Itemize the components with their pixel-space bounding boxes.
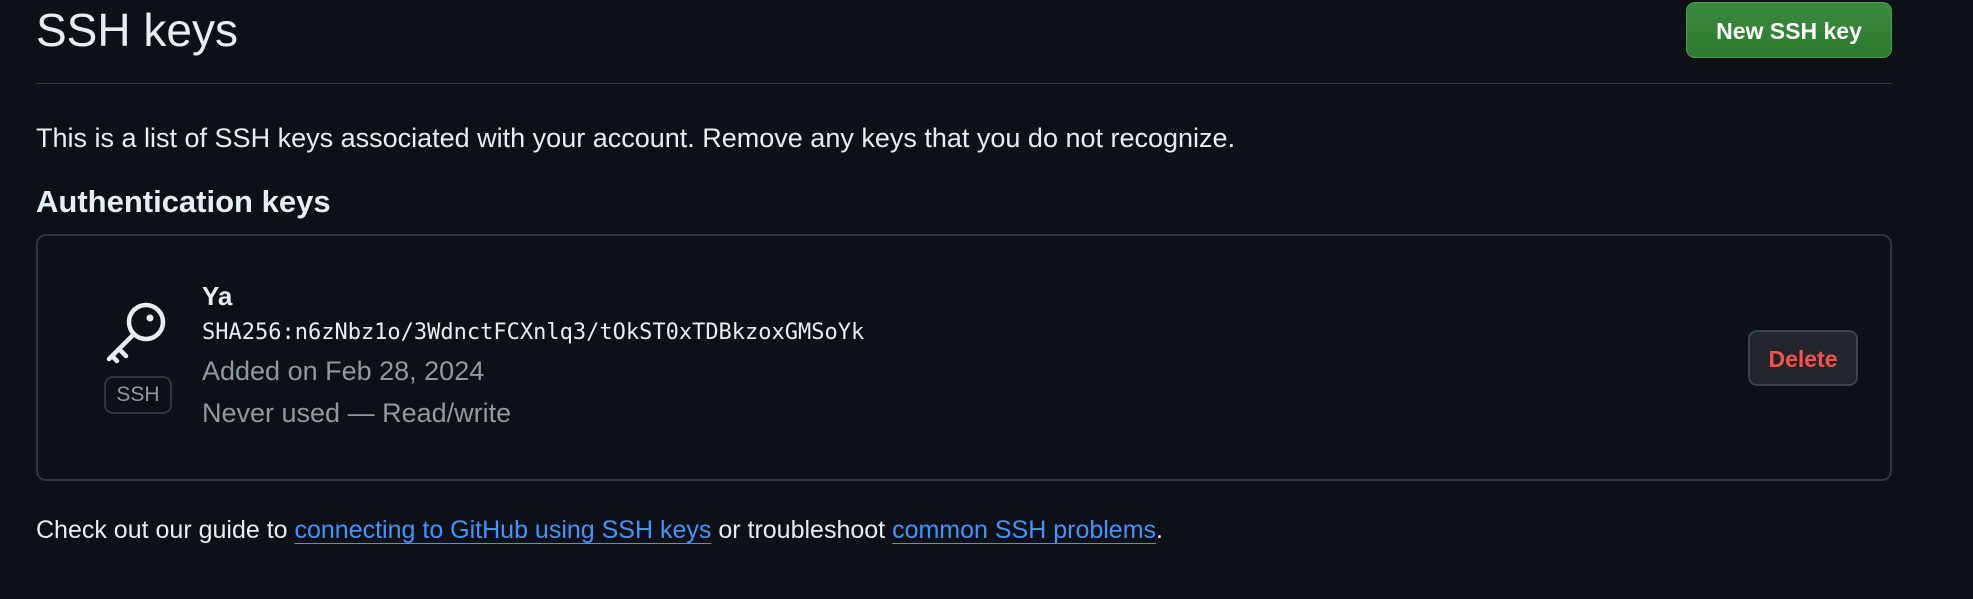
ssh-keys-page: SSH keys New SSH key This is a list of S… <box>36 0 1892 544</box>
page-header: SSH keys New SSH key <box>36 0 1892 84</box>
authentication-keys-heading: Authentication keys <box>36 184 331 219</box>
key-added-date: Added on Feb 28, 2024 <box>202 356 485 386</box>
key-fingerprint: SHA256:n6zNbz1o/3WdnctFCXnlq3/tOkST0xTDB… <box>202 320 865 345</box>
intro-text: This is a list of SSH keys associated wi… <box>36 123 1236 153</box>
ssh-key-item: SSH Ya SHA256:n6zNbz1o/3WdnctFCXnlq3/tOk… <box>36 234 1892 481</box>
ssh-problems-link[interactable]: common SSH problems <box>892 516 1156 544</box>
footer-prefix: Check out our guide to <box>36 516 295 544</box>
page-title: SSH keys <box>36 4 238 56</box>
key-usage-status: Never used — Read/write <box>202 398 512 428</box>
delete-key-button[interactable]: Delete <box>1748 330 1858 386</box>
key-icon <box>106 302 166 364</box>
new-ssh-key-button[interactable]: New SSH key <box>1686 2 1892 58</box>
footer-suffix: . <box>1156 516 1163 544</box>
footer-help-text: Check out our guide to connecting to Git… <box>36 512 1163 548</box>
connecting-guide-link[interactable]: connecting to GitHub using SSH keys <box>295 516 712 544</box>
key-details: Ya SHA256:n6zNbz1o/3WdnctFCXnlq3/tOkST0x… <box>202 280 864 434</box>
key-title: Ya <box>202 281 233 311</box>
footer-middle: or troubleshoot <box>711 516 893 544</box>
ssh-badge: SSH <box>104 376 172 414</box>
